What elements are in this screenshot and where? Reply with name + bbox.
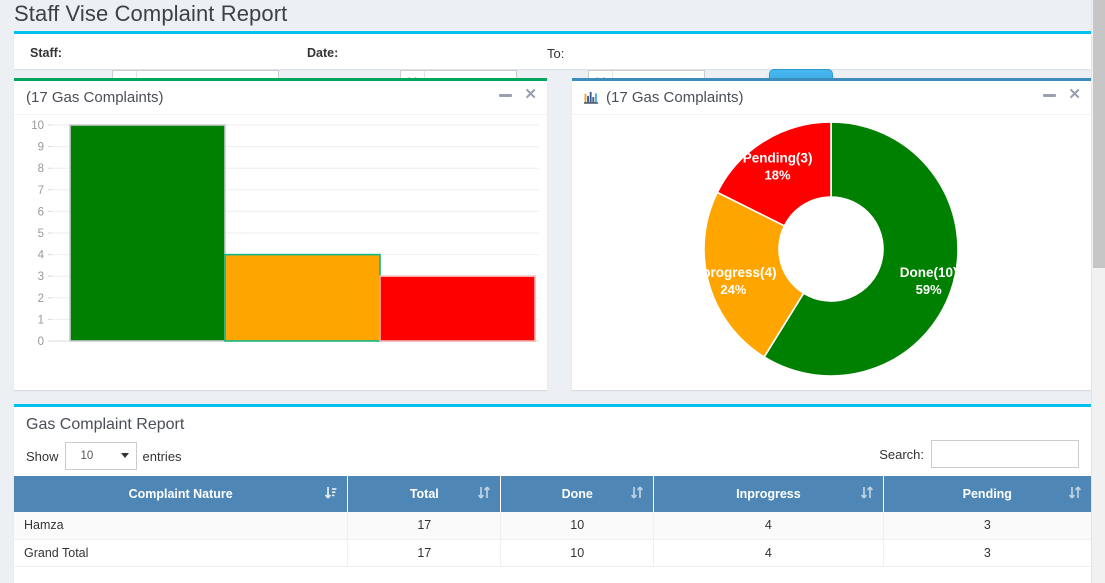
bar-panel-title: (17 Gas Complaints) xyxy=(26,89,164,106)
donut-panel-title: (17 Gas Complaints) xyxy=(606,89,744,106)
close-icon[interactable]: ✕ xyxy=(524,87,537,102)
filter-bar: Staff: Date: To: Hamza xyxy=(14,31,1091,99)
svg-text:6: 6 xyxy=(38,206,44,218)
table-header-label: Complaint Nature xyxy=(128,487,233,501)
table-header-cell[interactable]: Done xyxy=(500,476,655,512)
svg-text:8: 8 xyxy=(38,163,44,175)
table-cell: 4 xyxy=(653,512,884,540)
table-header-cell[interactable]: Complaint Nature xyxy=(14,476,349,512)
table-search-label: Search: xyxy=(879,446,924,462)
svg-text:1: 1 xyxy=(38,314,44,326)
page-scrollbar[interactable] xyxy=(1091,0,1105,583)
table-header: Complaint Nature Total Done Inprogress Pendi… xyxy=(14,476,1091,512)
table-search-input[interactable] xyxy=(931,440,1079,468)
page-scrollbar-thumb[interactable] xyxy=(1093,0,1105,268)
svg-text:0: 0 xyxy=(38,336,44,348)
table-body: Hamza 17 10 4 3 Grand Total 17 10 4 3 xyxy=(14,512,1091,567)
sort-neutral-icon xyxy=(1069,486,1081,499)
bar-panel-header: (17 Gas Complaints) ✕ xyxy=(14,81,547,115)
svg-text:9: 9 xyxy=(38,142,44,154)
svg-text:59%: 59% xyxy=(916,282,942,297)
bar-chart-area: 0 1 2 3 4 5 6 7 8 9 10 xyxy=(14,115,547,387)
filter-row: Staff: Date: To: Hamza xyxy=(14,34,1091,99)
svg-text:5: 5 xyxy=(38,228,44,240)
table-header-label: Inprogress xyxy=(736,487,801,501)
donut-panel-header: (17 Gas Complaints) ✕ xyxy=(572,81,1091,115)
table-header-label: Done xyxy=(561,487,593,501)
minimize-icon[interactable] xyxy=(499,93,513,97)
table-search-control: Search: xyxy=(879,440,1079,468)
close-icon[interactable]: ✕ xyxy=(1068,87,1081,102)
table-cell: 17 xyxy=(347,512,502,540)
table-header-cell[interactable]: Total xyxy=(347,476,502,512)
sort-neutral-icon xyxy=(860,486,873,499)
table-cell: 3 xyxy=(883,512,1091,540)
svg-text:Done(10): Done(10) xyxy=(900,265,958,280)
table-header-label: Pending xyxy=(962,487,1012,501)
table-cell: 4 xyxy=(653,539,884,567)
svg-text:2: 2 xyxy=(38,293,44,305)
table-cell: Grand Total xyxy=(14,539,349,567)
svg-text:10: 10 xyxy=(31,120,44,132)
donut-chart-area: Done(10) 59% Inprogress(4) 24% Pending(3) 18% xyxy=(572,115,1091,387)
sort-desc-icon xyxy=(325,487,337,499)
entries-label: entries xyxy=(142,448,182,464)
chevron-down-icon xyxy=(120,452,129,458)
report-table-panel: Gas Complaint Report Show 10 entries Sea… xyxy=(14,404,1091,583)
page-title: Staff Vise Complaint Report xyxy=(14,1,288,26)
show-entries-control: Show 10 entries xyxy=(26,442,182,470)
svg-text:4: 4 xyxy=(38,250,45,262)
report-page: Staff Vise Complaint Report Staff: Date:… xyxy=(0,0,1105,583)
donut-chart-panel: (17 Gas Complaints) ✕ Done(10) 59% Inprogr… xyxy=(572,78,1091,390)
table-cell: 17 xyxy=(347,539,502,567)
svg-text:7: 7 xyxy=(38,185,44,197)
svg-text:24%: 24% xyxy=(720,282,746,297)
table-row: Grand Total 17 10 4 3 xyxy=(14,539,1091,567)
svg-text:Inprogress(4): Inprogress(4) xyxy=(690,265,776,280)
table-cell: Hamza xyxy=(14,512,349,540)
table-header-row: Complaint Nature Total Done Inprogress Pendi… xyxy=(14,476,1091,512)
entries-select-value: 10 xyxy=(80,450,94,462)
date-label: Date: xyxy=(307,46,339,60)
table-header-label: Total xyxy=(409,487,439,501)
entries-select[interactable]: 10 xyxy=(64,442,137,470)
bar-chart-svg: 0 1 2 3 4 5 6 7 8 9 10 xyxy=(31,120,539,348)
table-header-cell[interactable]: Pending xyxy=(883,476,1091,512)
table-cell: 3 xyxy=(883,539,1091,567)
table-controls: Show 10 entries Search: xyxy=(14,434,1091,476)
donut-panel-tools: ✕ xyxy=(1043,87,1081,102)
show-label: Show xyxy=(26,448,59,464)
bar-chart-y-ticklabels: 0 1 2 3 4 5 6 7 8 9 10 xyxy=(31,120,44,348)
bar-chart-panel: (17 Gas Complaints) ✕ 0 1 2 3 4 5 6 7 8 9 10 xyxy=(14,78,547,390)
svg-text:Pending(3): Pending(3) xyxy=(743,151,813,166)
svg-text:3: 3 xyxy=(38,271,44,283)
table-cell: 10 xyxy=(500,512,655,540)
table-cell: 10 xyxy=(500,539,655,567)
bar-panel-tools: ✕ xyxy=(499,87,537,102)
table-header-cell[interactable]: Inprogress xyxy=(653,476,884,512)
donut-chart-svg: Done(10) 59% Inprogress(4) 24% Pending(3) 18% xyxy=(690,121,959,377)
report-table: Complaint Nature Total Done Inprogress Pendi… xyxy=(14,476,1091,567)
sort-neutral-icon xyxy=(478,486,491,499)
svg-text:18%: 18% xyxy=(765,168,791,183)
table-title: Gas Complaint Report xyxy=(26,416,185,433)
sort-neutral-icon xyxy=(631,486,644,499)
to-label: To: xyxy=(547,46,565,61)
minimize-icon[interactable] xyxy=(1043,93,1057,97)
staff-label: Staff: xyxy=(30,46,62,60)
panel-accent-bar xyxy=(14,404,1091,407)
bar-chart-icon xyxy=(584,91,599,105)
table-row: Hamza 17 10 4 3 xyxy=(14,512,1091,540)
